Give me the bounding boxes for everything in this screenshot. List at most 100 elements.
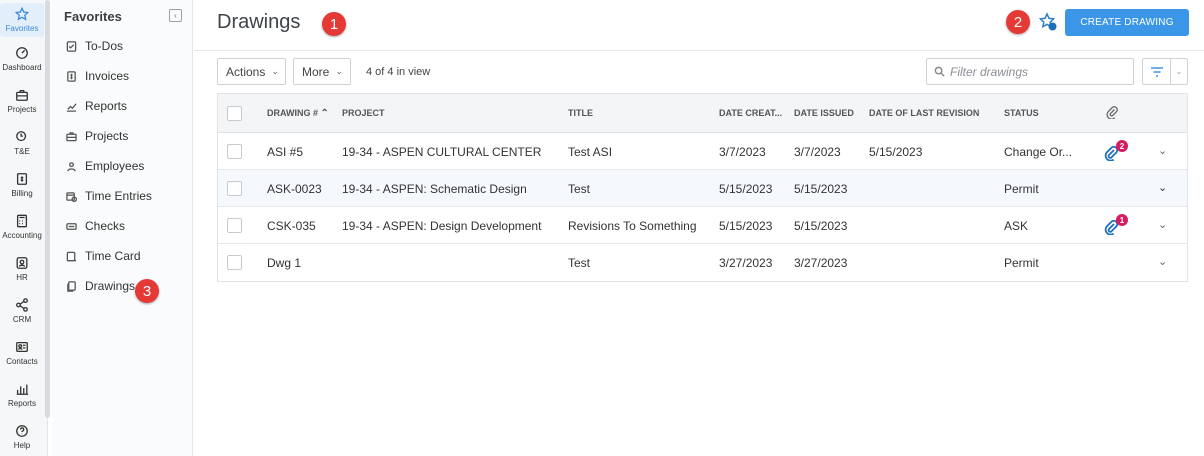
rail-item-accounting[interactable]: Accounting [0, 213, 44, 240]
expand-row-chevron-icon[interactable]: ⌄ [1158, 255, 1167, 268]
favorite-item-employees[interactable]: Employees [66, 159, 144, 173]
favorite-item-checks[interactable]: Checks [66, 219, 125, 233]
rail-item-projects[interactable]: Projects [0, 87, 44, 114]
cell-date-issued: 5/15/2023 [794, 182, 848, 196]
rail-item-crm[interactable]: CRM [0, 297, 44, 324]
rail-item-favorites[interactable]: Favorites [0, 3, 44, 37]
chart-icon [66, 102, 77, 112]
favorite-item-label: Checks [85, 219, 126, 233]
cell-title: Test [568, 256, 591, 270]
rail-scrollbar[interactable] [45, 0, 50, 418]
marker-3: 3 [135, 279, 159, 303]
favorite-item-time-card[interactable]: Time Card [66, 249, 141, 263]
actions-label: Actions [226, 64, 266, 79]
table-row[interactable]: ASK-0023 19-34 - ASPEN: Schematic Design… [218, 170, 1187, 207]
cell-date-issued: 5/15/2023 [794, 219, 848, 233]
marker-1: 1 [322, 12, 346, 36]
favorite-item-label: To-Dos [85, 39, 124, 53]
favorite-item-time-entries[interactable]: Time Entries [66, 189, 152, 203]
network-icon [14, 297, 30, 313]
chevron-down-icon: ⌄ [271, 66, 279, 76]
row-checkbox[interactable] [227, 181, 242, 196]
more-dropdown[interactable]: More ⌄ [293, 58, 351, 85]
rail-item-hr[interactable]: HR [0, 255, 44, 282]
cell-drawing-number: CSK-035 [267, 219, 316, 233]
favorite-item-invoices[interactable]: Invoices [66, 69, 129, 83]
rail-label: Contacts [6, 357, 38, 366]
favorite-item-drawings[interactable]: Drawings [66, 279, 135, 293]
col-date-created[interactable]: DATE CREAT... [719, 108, 782, 118]
rail-item-contacts[interactable]: Contacts [0, 339, 44, 366]
contact-card-icon [14, 339, 30, 355]
collapse-panel-icon[interactable]: ‹ [169, 9, 182, 22]
expand-row-chevron-icon[interactable]: ⌄ [1158, 218, 1167, 231]
favorites-panel: Favorites ‹ To-Dos Invoices Reports Proj… [52, 0, 193, 456]
rail-item-te[interactable]: T&E [0, 129, 44, 156]
cell-date-created: 5/15/2023 [719, 182, 773, 196]
page-title: Drawings [217, 11, 301, 33]
col-date-last-revision[interactable]: DATE OF LAST REVISION [869, 108, 979, 118]
cell-date-last-revision: 5/15/2023 [869, 145, 923, 159]
expand-row-chevron-icon[interactable]: ⌄ [1158, 181, 1167, 194]
favorite-item-label: Employees [85, 159, 145, 173]
col-date-issued[interactable]: DATE ISSUED [794, 108, 854, 118]
rail-label: Dashboard [2, 63, 42, 72]
rail-item-reports[interactable]: Reports [0, 381, 44, 408]
attachments-button[interactable]: 1 [1104, 214, 1128, 235]
select-all-checkbox[interactable] [227, 106, 242, 121]
calendar-clock-icon [66, 191, 77, 202]
row-checkbox[interactable] [227, 255, 242, 270]
people-icon [67, 161, 76, 171]
favorites-title: Favorites [64, 9, 122, 24]
table-row[interactable]: Dwg 1 Test 3/27/2023 3/27/2023 Permit ⌄ [218, 244, 1187, 281]
cell-status: Permit [1004, 182, 1039, 196]
cell-date-issued: 3/7/2023 [794, 145, 841, 159]
cell-drawing-number: Dwg 1 [267, 256, 302, 270]
favorite-item-projects[interactable]: Projects [66, 129, 128, 143]
favorite-item-label: Drawings [85, 279, 136, 293]
row-checkbox[interactable] [227, 144, 242, 159]
actions-dropdown[interactable]: Actions ⌄ [217, 58, 286, 85]
more-label: More [302, 64, 330, 79]
rail-item-help[interactable]: Help [0, 423, 44, 450]
col-status[interactable]: STATUS [1004, 108, 1039, 118]
col-title[interactable]: TITLE [568, 108, 593, 118]
table-row[interactable]: ASI #5 19-34 - ASPEN CULTURAL CENTER Tes… [218, 133, 1187, 170]
expand-row-chevron-icon[interactable]: ⌄ [1158, 144, 1167, 157]
star-icon [14, 6, 30, 22]
create-drawing-button[interactable]: CREATE DRAWING [1065, 9, 1189, 36]
row-checkbox[interactable] [227, 218, 242, 233]
briefcase-icon [66, 131, 77, 141]
col-project[interactable]: PROJECT [342, 108, 385, 118]
favorite-item-reports[interactable]: Reports [66, 99, 127, 113]
favorite-item-label: Reports [85, 99, 128, 113]
table-row[interactable]: CSK-035 19-34 - ASPEN: Design Developmen… [218, 207, 1187, 244]
bar-chart-icon [14, 381, 30, 397]
rail-item-billing[interactable]: Billing [0, 171, 44, 198]
filter-drawings-input[interactable]: Filter drawings [926, 58, 1134, 85]
cell-date-created: 3/27/2023 [719, 256, 773, 270]
filter-icon[interactable] [1143, 59, 1171, 84]
col-drawing-number[interactable]: DRAWING # ⌃ [267, 108, 329, 119]
rail-label: Help [13, 441, 31, 450]
col-attachments[interactable] [1106, 105, 1118, 121]
cell-date-created: 3/7/2023 [719, 145, 766, 159]
billing-icon [14, 171, 30, 187]
rail-label: Favorites [5, 24, 39, 33]
attachments-button[interactable]: 2 [1104, 140, 1128, 161]
favorite-item-label: Invoices [85, 69, 130, 83]
cell-date-issued: 3/27/2023 [794, 256, 848, 270]
rail-item-dashboard[interactable]: Dashboard [0, 45, 44, 72]
briefcase-icon [14, 87, 30, 103]
filter-placeholder: Filter drawings [950, 64, 1029, 79]
rail-label: Accounting [2, 231, 42, 240]
filter-options-button[interactable]: ⌄ [1142, 58, 1188, 85]
add-favorite-button[interactable] [1038, 12, 1058, 32]
attachment-count-badge: 1 [1116, 214, 1128, 226]
favorite-item-label: Time Entries [85, 189, 152, 203]
cell-drawing-number: ASI #5 [267, 145, 304, 159]
cell-title: Revisions To Something [568, 219, 697, 233]
chevron-down-icon[interactable]: ⌄ [1171, 59, 1187, 84]
chevron-down-icon: ⌄ [335, 66, 343, 76]
favorite-item-todos[interactable]: To-Dos [66, 39, 123, 53]
